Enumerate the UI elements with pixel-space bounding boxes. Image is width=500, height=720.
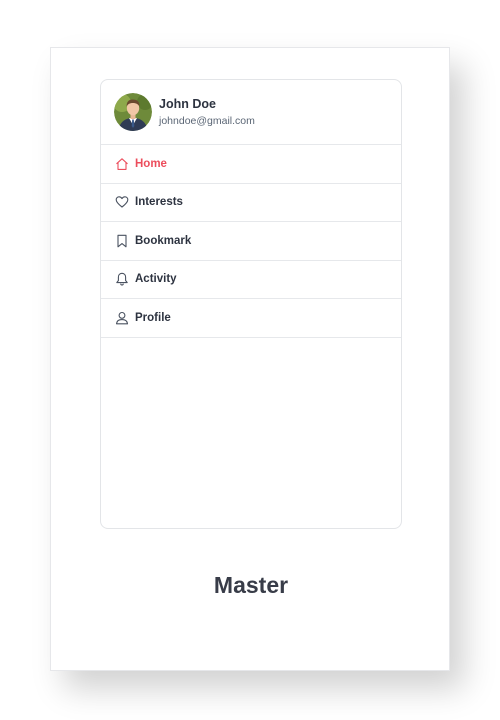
user-info: John Doe johndoe@gmail.com: [159, 96, 255, 128]
heart-icon: [115, 195, 129, 209]
user-name: John Doe: [159, 97, 216, 111]
sidebar-item-label: Bookmark: [135, 234, 192, 247]
sidebar-item-activity[interactable]: Activity: [101, 261, 401, 299]
sidebar-item-label: Activity: [135, 273, 177, 286]
master-card: John Doe johndoe@gmail.com Home Interest…: [50, 47, 450, 671]
avatar: [114, 93, 152, 131]
bookmark-icon: [115, 234, 129, 248]
page-caption: Master: [213, 572, 289, 598]
sidebar-item-label: Profile: [135, 311, 171, 324]
sidebar-item-label: Interests: [135, 196, 183, 209]
sidebar-item-bookmark[interactable]: Bookmark: [101, 222, 401, 261]
sidebar-item-label: Home: [135, 157, 167, 170]
sidebar-item-profile[interactable]: Profile: [101, 299, 401, 338]
sidebar-menu: Home Interests Bookmark Activity Profile: [101, 145, 401, 338]
sidebar-panel: John Doe johndoe@gmail.com Home Interest…: [100, 79, 402, 529]
user-profile-header[interactable]: John Doe johndoe@gmail.com: [101, 80, 401, 145]
sidebar-item-home[interactable]: Home: [101, 145, 401, 184]
user-icon: [115, 311, 129, 325]
home-icon: [115, 157, 129, 171]
bell-icon: [115, 272, 129, 286]
sidebar-item-interests[interactable]: Interests: [101, 184, 401, 222]
user-email: johndoe@gmail.com: [159, 115, 255, 127]
